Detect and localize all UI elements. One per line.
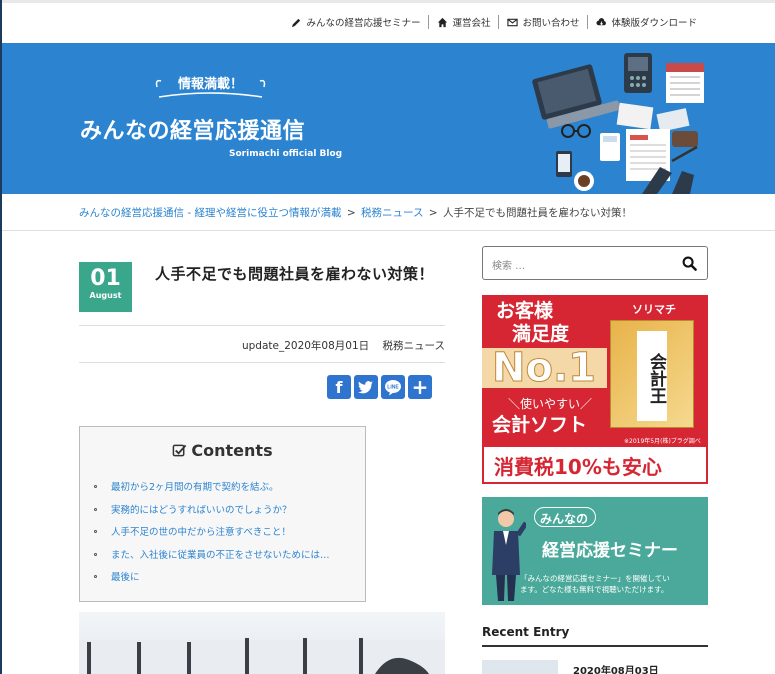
nav-contact-link[interactable]: お問い合わせ — [499, 14, 587, 30]
recent-entry-divider — [482, 645, 708, 647]
ad1-line2: 満足度 — [512, 323, 570, 345]
search-box[interactable]: 検索 … — [482, 246, 708, 280]
breadcrumb-separator: > — [346, 207, 356, 219]
ad1-line4: 会計ソフト — [492, 414, 588, 436]
search-input[interactable]: 検索 … — [492, 257, 525, 272]
bullet-icon — [94, 485, 97, 488]
post-date-day: 01 — [90, 266, 121, 291]
add-share-button[interactable]: + — [408, 375, 432, 399]
site-subtitle: Sorimachi official Blog — [229, 149, 343, 159]
add-icon: + — [411, 375, 429, 399]
post-date-month: August — [89, 291, 122, 300]
top-nav: みんなの経営応援セミナー 運営会社 お問い合わせ 体験版ダウンロード — [283, 14, 705, 30]
meta-divider — [79, 325, 445, 326]
line-share-button[interactable]: LINE — [381, 375, 405, 399]
post-category-link[interactable]: 税務ニュース — [383, 340, 445, 352]
header-illustration — [532, 53, 704, 194]
bullet-icon — [94, 507, 97, 511]
ad2-description: 「みんなの経営応援セミナー」を開催してい ます。どなた様も無料で視聴いただけます… — [520, 574, 670, 594]
breadcrumb-divider — [2, 230, 775, 231]
site-title[interactable]: みんなの経営応援通信 — [80, 113, 305, 145]
breadcrumb: みんなの経営応援通信 - 経理や経営に役立つ情報が満載 > 税務ニュース > 人… — [79, 205, 632, 220]
ad2-title: 経営応援セミナー — [542, 541, 678, 561]
recent-entry-heading: Recent Entry — [482, 625, 570, 639]
nav-seminar-link[interactable]: みんなの経営応援セミナー — [283, 14, 428, 30]
toc-list: 最初から2ヶ月間の有期で契約を結ぶ。 実務的にはどうすればいいのでしょうか？ 人… — [90, 477, 362, 590]
toc-item[interactable]: 最初から2ヶ月間の有期で契約を結ぶ。 — [90, 477, 362, 500]
post-update-date: update_2020年08月01日 — [241, 340, 370, 352]
ad1-no1: No.1 — [492, 345, 597, 391]
ad1-line3: ＼使いやすい／ — [508, 397, 593, 411]
twitter-share-button[interactable] — [354, 375, 378, 399]
bullet-icon — [94, 575, 97, 578]
ad1-line1: お客様 — [496, 300, 554, 322]
bullet-icon — [94, 530, 97, 533]
top-border — [0, 0, 775, 3]
cloud-download-icon — [596, 17, 607, 25]
ad1-bottom-banner: 消費税10%も安心 — [482, 445, 708, 484]
toc-heading: Contents — [80, 441, 365, 460]
office-window-image — [79, 638, 445, 674]
breadcrumb-separator: > — [428, 207, 438, 219]
seminar-ad[interactable]: みんなの 経営応援セミナー 「みんなの経営応援セミナー」を開催してい ます。どな… — [482, 497, 708, 605]
product-name: 会計王 — [637, 331, 667, 421]
post-title: 人手不足でも問題社員を雇わない対策！ — [155, 265, 435, 283]
facebook-share-button[interactable]: f — [327, 375, 351, 399]
line-icon: LINE — [385, 379, 401, 395]
checkbox-icon — [173, 444, 187, 457]
post-hero-image — [79, 612, 445, 674]
toc-item[interactable]: 実務的にはどうすればいいのでしょうか？ — [90, 500, 362, 523]
twitter-icon — [358, 381, 373, 394]
tagline-badge: 情報満載！ — [155, 77, 266, 99]
recent-entry-date: 2020年08月03日 — [573, 666, 659, 674]
nav-download-link[interactable]: 体験版ダウンロード — [588, 14, 705, 30]
home-icon — [438, 17, 448, 27]
post-date-badge: 01 August — [79, 262, 132, 312]
bullet-icon — [94, 552, 97, 556]
meta-divider — [79, 362, 445, 363]
share-buttons: f LINE + — [327, 375, 432, 399]
search-icon[interactable] — [682, 256, 697, 271]
table-of-contents: Contents 最初から2ヶ月間の有期で契約を結ぶ。 実務的にはどうすればいい… — [79, 426, 366, 602]
recent-entry-thumbnail[interactable] — [482, 660, 558, 674]
site-header-banner[interactable]: 情報満載！ みんなの経営応援通信 Sorimachi official Blog — [2, 43, 775, 194]
pencil-icon — [292, 18, 301, 27]
tagline-text: 情報満載！ — [177, 77, 243, 92]
post-meta: update_2020年08月01日 税務ニュース — [242, 338, 445, 353]
mail-icon — [507, 18, 519, 26]
accounting-software-ad[interactable]: お客様 満足度 No.1 ＼使いやすい／ 会計ソフト ソリマチ 会計王 ※201… — [482, 295, 708, 484]
ad2-bubble-text: みんなの — [540, 512, 589, 526]
breadcrumb-current: 人手不足でも問題社員を雇わない対策！ — [442, 207, 632, 219]
breadcrumb-category-link[interactable]: 税務ニュース — [361, 207, 423, 219]
ad1-note: ※2019年5月(株)ブラグ調べ — [624, 438, 701, 445]
toc-item[interactable]: 人手不足の世の中だから注意すべきこと！ — [90, 522, 362, 545]
toc-item[interactable]: また、入社後に従業員の不正をさせないためには… — [90, 545, 362, 568]
facebook-icon: f — [335, 377, 343, 397]
line-icon-text: LINE — [387, 384, 399, 390]
toc-item[interactable]: 最後に — [90, 567, 362, 590]
ad1-bottom-text: 消費税10%も安心 — [494, 455, 662, 479]
breadcrumb-home-link[interactable]: みんなの経営応援通信 - 経理や経営に役立つ情報が満載 — [79, 207, 341, 219]
product-box-image: 会計王 — [610, 320, 694, 428]
ad1-brand: ソリマチ — [632, 303, 676, 316]
nav-company-link[interactable]: 運営会社 — [429, 14, 498, 30]
